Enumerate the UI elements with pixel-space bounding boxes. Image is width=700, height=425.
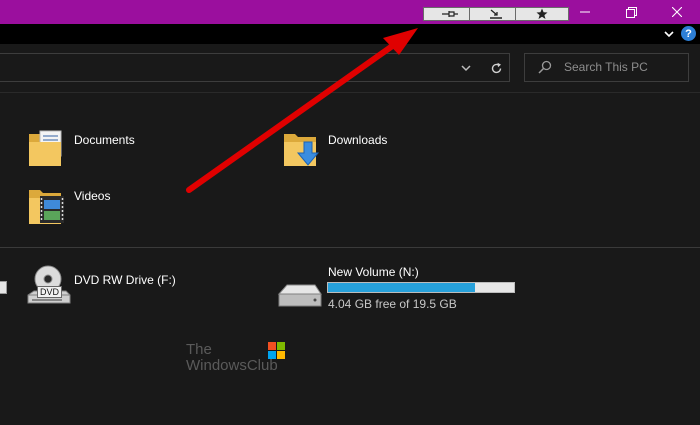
annotation-arrow bbox=[186, 28, 418, 193]
